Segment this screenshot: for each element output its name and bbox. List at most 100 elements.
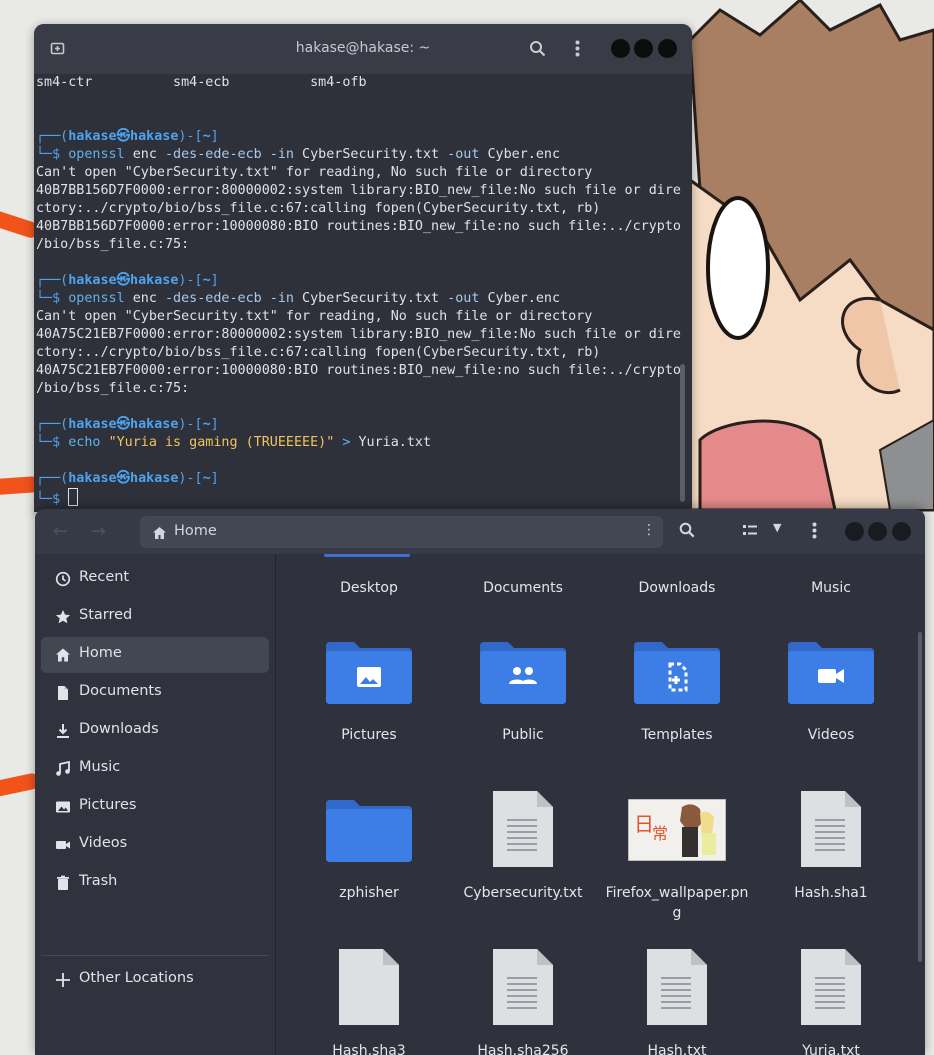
sidebar-item-label: Pictures [79, 797, 137, 813]
sidebar-item-label: Recent [79, 569, 130, 585]
terminal-line-text: ctory:../crypto/bio/bss_file.c:67:callin… [36, 345, 601, 360]
file-item[interactable]: Yuria.txt [756, 949, 906, 1055]
forward-arrow-icon[interactable]: → [91, 521, 106, 542]
sidebar-item-starred[interactable]: Starred [41, 599, 269, 635]
terminal-command-line: └─$ openssl enc -des-ede-ecb -in CyberSe… [36, 290, 676, 308]
folder-item[interactable]: Templates [602, 634, 752, 764]
command-token: Cyber.enc [479, 291, 561, 306]
terminal-input-line: └─$ [36, 488, 676, 507]
folder-item[interactable]: zphisher [294, 792, 444, 922]
terminal-line: /bio/bss_file.c:75: [36, 236, 676, 254]
terminal-line: 40B7BB156D7F0000:error:10000080:BIO rout… [36, 218, 681, 236]
prompt-bracket: └─ [36, 291, 53, 306]
command-token: echo [68, 435, 101, 450]
sidebar-item-pictures[interactable]: Pictures [41, 789, 269, 825]
video-icon [55, 837, 71, 853]
file-label: Pictures [341, 727, 397, 743]
close-button[interactable] [892, 522, 911, 541]
file-item[interactable]: Hash.sha1 [756, 791, 906, 922]
close-button[interactable] [658, 39, 677, 58]
back-arrow-icon[interactable]: ← [53, 521, 68, 542]
file-manager-window[interactable]: ← → Home ⋮ ▼ Other Locations Recent Star… [35, 509, 925, 1055]
sidebar-item-other-locations[interactable]: Other Locations [41, 962, 269, 998]
sidebar-item-downloads[interactable]: Downloads [41, 713, 269, 749]
file-label: Templates [641, 727, 713, 743]
terminal-line: 40B7BB156D7F0000:error:80000002:system l… [36, 182, 681, 200]
sidebar-item-music[interactable]: Music [41, 751, 269, 787]
minimize-button[interactable] [845, 522, 864, 541]
file-grid-scrollbar[interactable] [918, 632, 922, 962]
folder-label[interactable]: Documents [448, 578, 598, 598]
prompt-host: hakase [130, 417, 179, 432]
command-token: openssl [68, 291, 125, 306]
sidebar-item-label: Downloads [79, 721, 159, 737]
prompt-host: hakase [130, 471, 179, 486]
prompt-bracket: )-[ [178, 417, 203, 432]
folder-icon [788, 642, 874, 708]
folder-label[interactable]: Desktop [294, 578, 444, 598]
file-grid[interactable]: Desktop Documents Downloads Music Pictures Pu… [276, 554, 925, 1055]
command-token: CyberSecurity.txt [294, 291, 448, 306]
command-token: $ [52, 435, 69, 450]
terminal-line: Can't open "CyberSecurity.txt" for readi… [36, 308, 676, 326]
menu-kebab-icon[interactable] [812, 522, 817, 543]
document-icon [55, 685, 71, 701]
sidebar-item-label: Music [79, 759, 121, 775]
folder-item[interactable]: Public [448, 634, 598, 764]
command-token [262, 147, 270, 162]
command-token [101, 435, 109, 450]
folder-icon [326, 642, 412, 708]
minimize-button[interactable] [611, 39, 630, 58]
command-token: "Yuria is gaming (TRUEEEEE)" [108, 435, 335, 450]
file-manager-header: ← → Home ⋮ ▼ [35, 509, 925, 554]
file-item[interactable]: Hash.sha3 [294, 949, 444, 1055]
prompt-user: hakase [68, 417, 117, 432]
command-token: enc [124, 291, 165, 306]
search-icon[interactable] [529, 40, 546, 61]
terminal-line: sm4-ctr sm4-ecb sm4-ofb [36, 74, 676, 92]
terminal-cursor[interactable] [68, 488, 79, 506]
search-icon[interactable] [679, 522, 695, 542]
home-icon [152, 525, 167, 544]
path-menu-icon[interactable]: ⋮ [642, 522, 656, 538]
path-label[interactable]: Home [174, 523, 217, 539]
command-token: -des-ede-ecb [165, 147, 262, 162]
download-icon [55, 723, 71, 739]
prompt-bracket: ┌──( [36, 417, 69, 432]
terminal-window[interactable]: hakase@hakase: ~ sm4-ctr sm4-ecb sm4-ofb… [34, 24, 692, 512]
sidebar-item-trash[interactable]: Trash [41, 865, 269, 901]
folder-item[interactable]: Pictures [294, 634, 444, 764]
terminal-line: ctory:../crypto/bio/bss_file.c:67:callin… [36, 200, 676, 218]
maximize-button[interactable] [868, 522, 887, 541]
terminal-output[interactable]: sm4-ctr sm4-ecb sm4-ofb ┌──(hakase㉿hakase… [36, 74, 681, 512]
file-item[interactable]: Hash.sha256 [448, 949, 598, 1055]
sidebar-item-documents[interactable]: Documents [41, 675, 269, 711]
sidebar-item-videos[interactable]: Videos [41, 827, 269, 863]
file-label: Hash.sha3 [332, 1043, 406, 1055]
sidebar-divider [41, 955, 269, 956]
list-view-icon[interactable] [743, 524, 757, 541]
view-options-chevron-icon[interactable]: ▼ [773, 521, 781, 534]
maximize-button[interactable] [634, 39, 653, 58]
file-item[interactable]: Hash.txt [602, 947, 752, 1055]
text-file-icon [645, 947, 709, 1031]
terminal-line-text: 40B7BB156D7F0000:error:10000080:BIO rout… [36, 219, 681, 234]
menu-kebab-icon[interactable] [575, 40, 580, 61]
prompt-bracket: ] [210, 417, 219, 432]
folder-item[interactable]: Videos [756, 634, 906, 764]
prompt-at: ㉿ [116, 471, 131, 486]
folder-label[interactable]: Music [756, 578, 906, 598]
path-bar[interactable]: Home ⋮ [140, 516, 663, 548]
file-item[interactable]: 日常 Firefox_wallpaper.png [602, 792, 752, 922]
sidebar-item-home[interactable]: Home [41, 637, 269, 673]
sidebar-item-recent[interactable]: Recent [41, 561, 269, 597]
terminal-scrollbar[interactable] [680, 364, 685, 502]
terminal-line: 40A75C21EB7F0000:error:10000080:BIO rout… [36, 362, 681, 380]
selection-indicator [324, 554, 410, 557]
folder-label[interactable]: Downloads [602, 578, 752, 598]
file-item[interactable]: Cybersecurity.txt [448, 791, 598, 922]
terminal-line-text: /bio/bss_file.c:75: [36, 381, 190, 396]
